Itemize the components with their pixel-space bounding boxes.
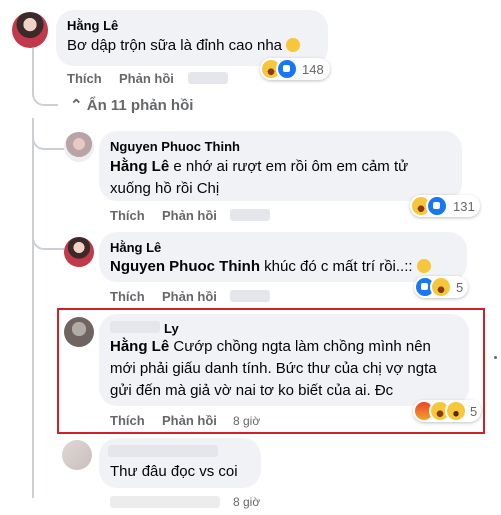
reply-author[interactable]: Nguyen Phuoc Thinh (110, 139, 240, 154)
chevron-up-icon: ⌃ (70, 97, 83, 114)
mention-link[interactable]: Hằng Lê (110, 338, 169, 355)
hide-replies-link[interactable]: ⌃ Ẩn 11 phản hồi (70, 96, 193, 114)
avatar[interactable] (62, 440, 92, 470)
reply-text-content: khúc đó c mất trí rồi..:: (260, 258, 417, 275)
thread-line (32, 118, 34, 498)
avatar[interactable] (64, 132, 94, 162)
thread-line (32, 48, 58, 106)
avatar[interactable] (64, 237, 94, 267)
grin-emoji-icon (416, 259, 431, 273)
reply-text: Hằng Lê Cướp chồng ngta làm chồng mình n… (110, 336, 431, 358)
like-button[interactable]: Thích (110, 289, 145, 304)
thread-line (32, 218, 64, 250)
haha-reaction-icon (430, 276, 452, 298)
reaction-count: 131 (453, 199, 475, 214)
comment-time[interactable]: 8 giờ (233, 414, 260, 428)
redacted-actions (110, 496, 220, 508)
redacted-author-name (110, 321, 160, 333)
comment-time[interactable]: 8 giờ (233, 495, 260, 509)
grin-emoji-icon (286, 38, 301, 52)
avatar[interactable] (12, 12, 48, 48)
thread-line (32, 118, 64, 150)
wow-reaction-icon (445, 400, 467, 422)
redacted-author-name (108, 445, 218, 457)
redacted-time (188, 72, 228, 84)
reply-button[interactable]: Phản hồi (162, 208, 217, 223)
reply-text-line: xuống hồ rồi Chị (110, 180, 220, 197)
reply-button[interactable]: Phản hồi (119, 71, 174, 86)
reaction-count: 5 (470, 404, 478, 419)
comment-text-content: Bơ dập trộn sữa là đỉnh cao nha (67, 37, 283, 54)
redacted-time (230, 290, 270, 302)
avatar[interactable] (64, 317, 94, 347)
like-button[interactable]: Thích (110, 208, 145, 223)
redacted-time (230, 209, 270, 221)
like-button[interactable]: Thích (110, 413, 145, 428)
reply-text-line: Cướp chồng ngta làm chồng mình nên (169, 338, 431, 355)
reply-button[interactable]: Phản hồi (162, 413, 217, 428)
reply-button[interactable]: Phản hồi (162, 289, 217, 304)
mention-link[interactable]: Nguyen Phuoc Thinh (110, 258, 260, 275)
reply-author[interactable]: Hằng Lê (110, 240, 161, 255)
like-button[interactable]: Thích (67, 71, 102, 86)
reply-text-line: mới phải giấu danh tính. Bức thư của chị… (110, 360, 437, 377)
hide-replies-label: Ẩn 11 phản hồi (86, 97, 194, 114)
reply-text-line: gửi đến mà giả vờ nai tơ ko biết của ai.… (110, 382, 394, 399)
reply-text: Thư đâu đọc vs coi (110, 463, 238, 480)
like-reaction-icon (426, 195, 448, 217)
reply-text: Nguyen Phuoc Thinh khúc đó c mất trí rồi… (110, 256, 431, 278)
reaction-count: 5 (456, 280, 464, 295)
reply-text: Hằng Lê e nhớ ai rượt em rồi ôm em cảm t… (110, 156, 408, 178)
comment-author[interactable]: Hằng Lê (67, 18, 118, 33)
reply-text-line: e nhớ ai rượt em rồi ôm em cảm tử (169, 158, 409, 175)
options-dot[interactable] (494, 356, 497, 359)
reply-author[interactable]: Ly (164, 321, 179, 336)
comment-text: Bơ dập trộn sữa là đỉnh cao nha (67, 35, 301, 57)
mention-link[interactable]: Hằng Lê (110, 158, 169, 175)
reaction-count: 148 (302, 62, 324, 77)
like-reaction-icon (276, 58, 298, 80)
